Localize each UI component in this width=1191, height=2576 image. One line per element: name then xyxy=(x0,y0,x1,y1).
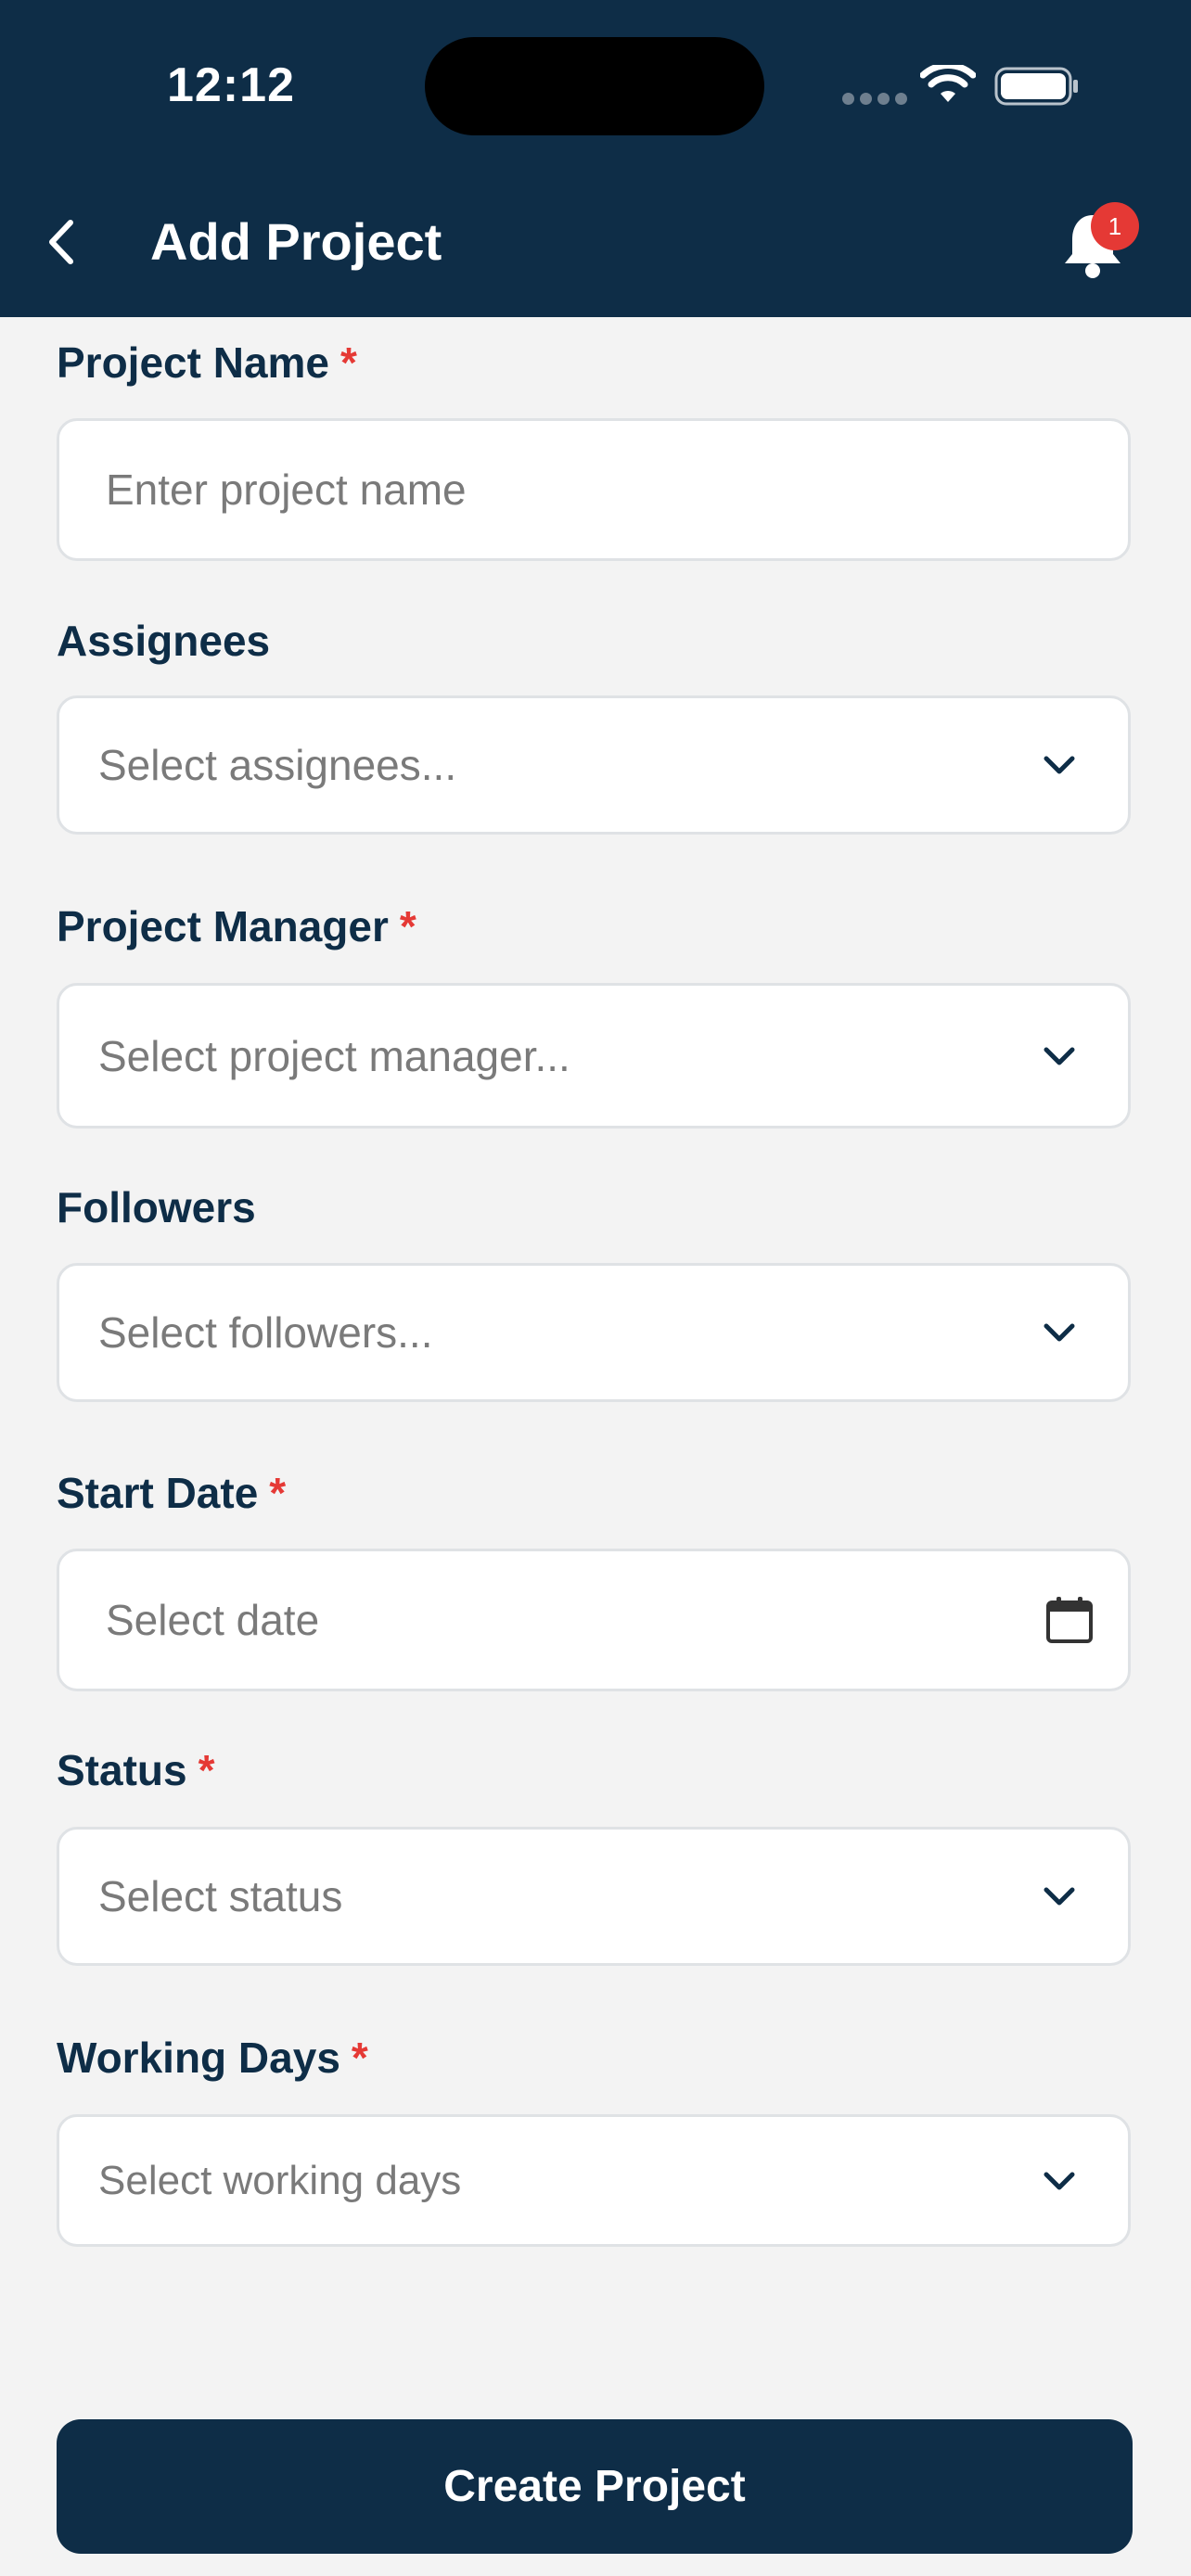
chevron-down-icon xyxy=(1044,756,1075,774)
chevron-down-icon xyxy=(1044,2172,1075,2189)
page-title: Add Project xyxy=(150,212,442,271)
required-marker: * xyxy=(269,1469,287,1517)
start-date-label: Start Date * xyxy=(57,1469,287,1517)
assignees-select[interactable]: Select assignees... xyxy=(57,695,1131,835)
calendar-icon[interactable] xyxy=(1044,1595,1095,1645)
project-manager-label: Project Manager * xyxy=(57,902,416,950)
required-marker: * xyxy=(340,338,357,387)
followers-label: Followers xyxy=(57,1183,256,1231)
start-date-input[interactable]: Select date xyxy=(57,1549,1131,1691)
back-icon[interactable] xyxy=(43,217,80,267)
project-name-placeholder: Enter project name xyxy=(106,465,467,514)
start-date-placeholder: Select date xyxy=(106,1596,320,1644)
chevron-down-icon xyxy=(1044,1887,1075,1906)
followers-placeholder: Select followers... xyxy=(98,1308,433,1357)
required-marker: * xyxy=(351,2034,368,2082)
project-name-label: Project Name * xyxy=(57,338,357,387)
status-select[interactable]: Select status xyxy=(57,1827,1131,1966)
assignees-label: Assignees xyxy=(57,617,271,665)
working-days-label: Working Days * xyxy=(57,2034,368,2082)
assignees-placeholder: Select assignees... xyxy=(98,741,457,789)
dynamic-island xyxy=(425,37,764,135)
working-days-placeholder: Select working days xyxy=(98,2157,462,2203)
required-marker: * xyxy=(399,902,416,950)
create-project-button[interactable]: Create Project xyxy=(57,2419,1133,2554)
chevron-down-icon xyxy=(1044,1323,1075,1342)
status-time: 12:12 xyxy=(167,58,295,112)
working-days-select[interactable]: Select working days xyxy=(57,2114,1131,2247)
project-name-input[interactable]: Enter project name xyxy=(57,418,1131,561)
app-header: 12:12 Add Project 1 xyxy=(0,0,1191,317)
wifi-icon xyxy=(920,65,976,102)
project-manager-placeholder: Select project manager... xyxy=(98,1031,570,1080)
required-marker: * xyxy=(198,1746,215,1794)
status-placeholder: Select status xyxy=(98,1872,343,1920)
notification-badge: 1 xyxy=(1091,202,1139,250)
followers-select[interactable]: Select followers... xyxy=(57,1263,1131,1402)
project-manager-select[interactable]: Select project manager... xyxy=(57,983,1131,1129)
battery-icon xyxy=(994,67,1078,106)
status-label: Status * xyxy=(57,1746,215,1794)
chevron-down-icon xyxy=(1044,1047,1075,1065)
signal-icon xyxy=(842,93,913,109)
